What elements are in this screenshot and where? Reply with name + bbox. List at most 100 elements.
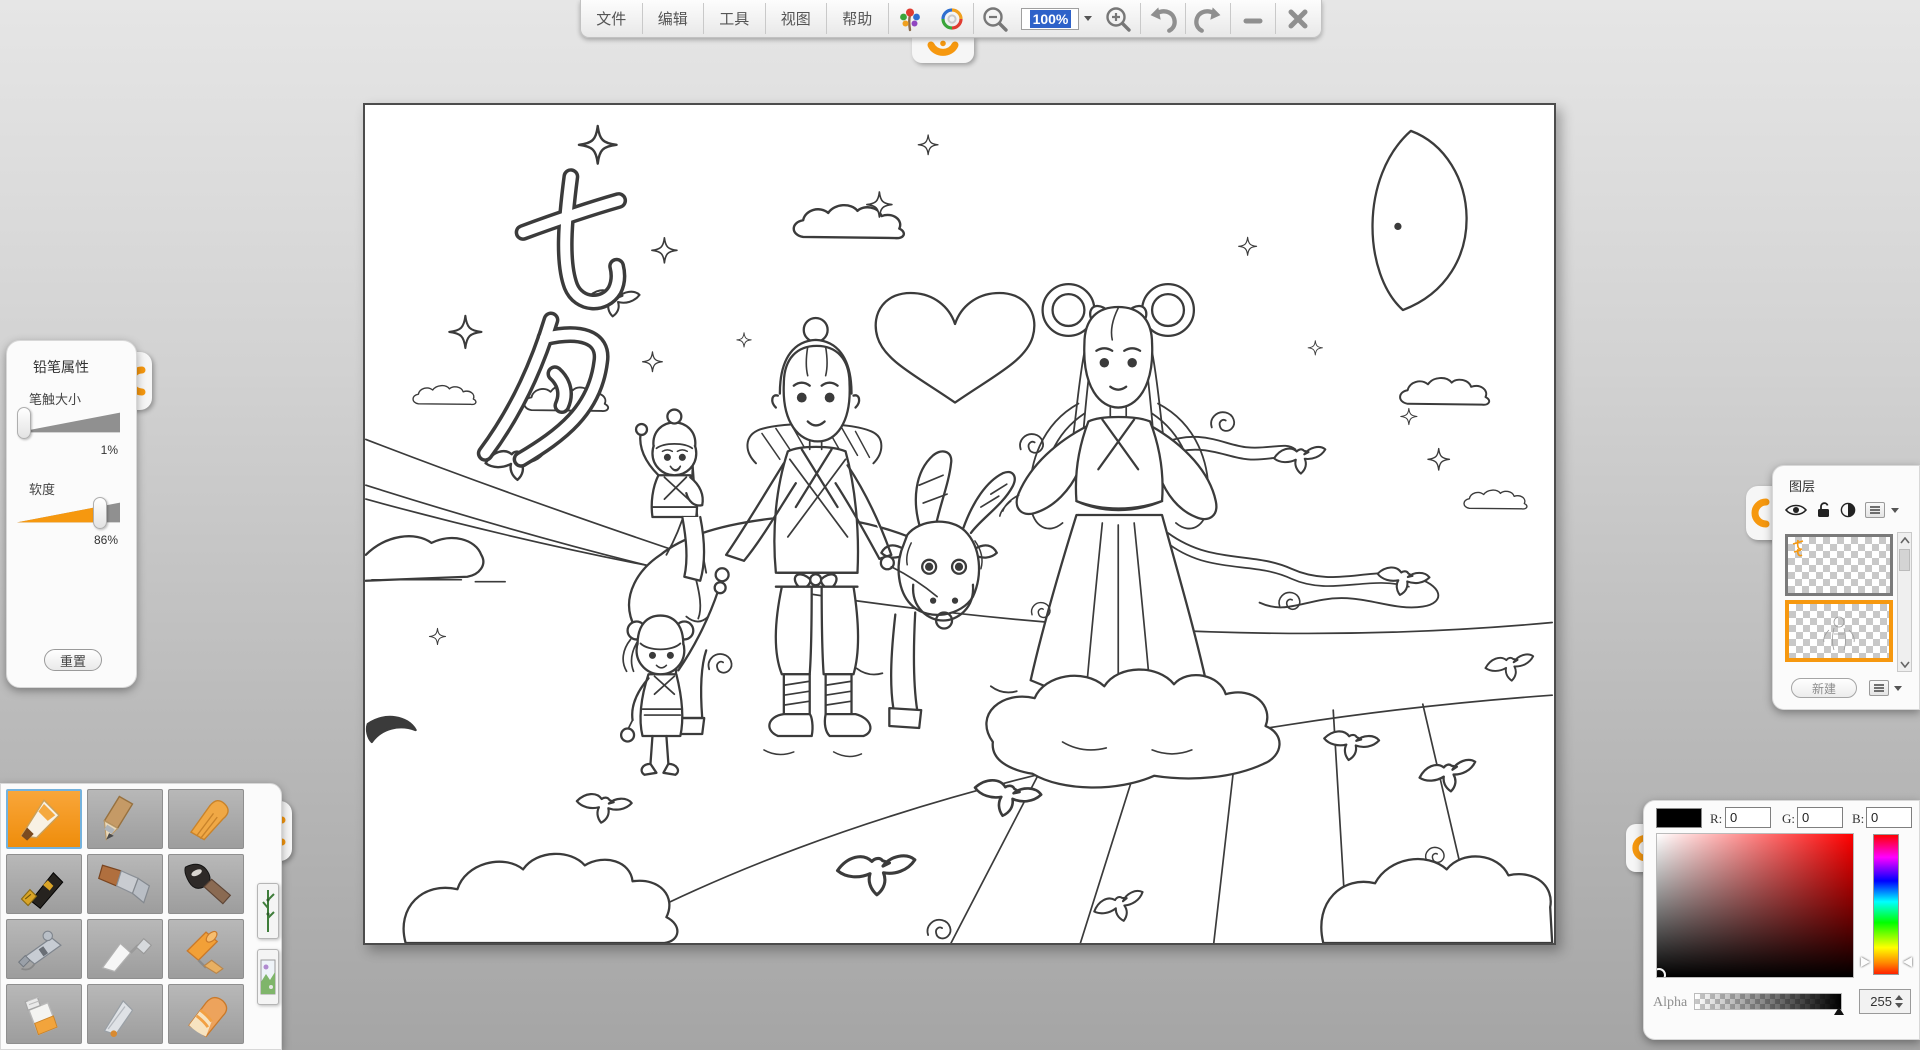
alpha-marker-icon[interactable]	[1834, 1007, 1844, 1015]
alpha-slider[interactable]	[1694, 993, 1842, 1010]
b-input[interactable]	[1866, 807, 1912, 828]
layer-item-2-selected[interactable]	[1785, 600, 1893, 662]
brush-size-slider[interactable]	[17, 409, 120, 439]
paint-roller-icon	[176, 924, 236, 974]
scroll-up-icon[interactable]	[1898, 533, 1911, 547]
alpha-input[interactable]	[1860, 990, 1892, 1013]
redo-button[interactable]	[1186, 0, 1230, 37]
crayon-icon	[176, 794, 236, 844]
hue-marker-right-icon[interactable]	[1903, 957, 1912, 967]
menu-view[interactable]: 视图	[766, 0, 827, 37]
layer-menu-arrow-icon[interactable]	[1891, 508, 1899, 513]
close-button[interactable]	[1276, 0, 1321, 37]
softness-slider[interactable]	[17, 499, 120, 529]
menu-help[interactable]: 帮助	[827, 0, 888, 37]
zoom-in-button[interactable]	[1096, 0, 1140, 37]
alpha-decrement-icon[interactable]	[1895, 1003, 1903, 1008]
layers-footer-menu-arrow-icon[interactable]	[1894, 686, 1902, 691]
paint-bottle-icon	[14, 989, 74, 1039]
layers-header-icons	[1785, 502, 1899, 518]
g-input[interactable]	[1797, 807, 1843, 828]
unlock-icon[interactable]	[1816, 502, 1831, 518]
close-icon	[1285, 6, 1311, 32]
zoom-in-icon	[1104, 5, 1132, 33]
scrollbar-thumb[interactable]	[1899, 549, 1910, 571]
tool-crayon[interactable]	[168, 789, 244, 849]
toolbar-drag-tab[interactable]	[912, 37, 974, 63]
alpha-spinner	[1859, 989, 1911, 1014]
tool-pencil[interactable]	[6, 789, 82, 849]
layers-panel-title: 图层	[1789, 476, 1815, 495]
wood-pencil-icon	[95, 794, 155, 844]
tool-airbrush[interactable]	[6, 919, 82, 979]
figure-rainbow-icon[interactable]	[889, 0, 931, 37]
layer-item-1[interactable]	[1785, 534, 1893, 596]
new-layer-button[interactable]: 新建	[1791, 678, 1857, 698]
menu-edit[interactable]: 编辑	[643, 0, 704, 37]
r-input[interactable]	[1725, 807, 1771, 828]
brush-size-handle[interactable]	[17, 407, 31, 439]
tool-paint-brush[interactable]	[87, 854, 163, 914]
app-logo-icon	[924, 40, 962, 60]
layers-scrollbar[interactable]	[1897, 532, 1912, 672]
tool-fountain-pen[interactable]	[6, 854, 82, 914]
reset-button[interactable]: 重置	[44, 649, 102, 671]
picture-texture-button[interactable]	[257, 949, 279, 1005]
tool-palette-knife[interactable]	[87, 919, 163, 979]
tool-carving-knife[interactable]	[87, 984, 163, 1044]
tool-paint-roller[interactable]	[168, 919, 244, 979]
saturation-value-field[interactable]	[1656, 833, 1854, 978]
palette-knife-icon	[95, 924, 155, 974]
undo-icon	[1149, 4, 1177, 34]
drawing-canvas[interactable]	[363, 103, 1556, 945]
current-color-swatch[interactable]	[1656, 808, 1702, 828]
undo-button[interactable]	[1141, 0, 1185, 37]
menu-lines-icon	[1869, 505, 1881, 515]
layer2-content-preview	[1789, 604, 1889, 658]
tool-palette-panel	[0, 783, 282, 1050]
alpha-label: Alpha	[1653, 995, 1687, 1011]
paint-app-window: { "menubar": { "items": ["文件", "编辑", "工具…	[0, 0, 1920, 1050]
rings-rainbow-icon[interactable]	[931, 0, 973, 37]
softness-value: 86%	[94, 533, 118, 547]
minimize-button[interactable]	[1231, 0, 1274, 37]
layers-panel: 图层	[1772, 465, 1920, 710]
layers-list-menu-button[interactable]	[1869, 680, 1889, 696]
menu-tools[interactable]: 工具	[704, 0, 765, 37]
scroll-down-icon[interactable]	[1898, 657, 1911, 671]
canvas-artwork	[365, 105, 1554, 943]
g-label: G:	[1782, 811, 1795, 827]
r-label: R:	[1710, 811, 1722, 827]
zoom-out-button[interactable]	[973, 0, 1017, 37]
tool-wood-pencil[interactable]	[87, 789, 163, 849]
airbrush-icon	[14, 924, 74, 974]
bamboo-texture-button[interactable]	[257, 883, 279, 939]
contrast-icon[interactable]	[1840, 502, 1856, 518]
picture-icon	[260, 954, 276, 1000]
brush-size-value: 1%	[101, 443, 118, 457]
color-picker-panel: R: G: B: Alpha	[1643, 800, 1920, 1040]
layer1-content-preview	[1788, 537, 1818, 559]
tool-paint-bottle[interactable]	[6, 984, 82, 1044]
minimize-icon	[1240, 6, 1266, 32]
brush-size-track[interactable]	[17, 409, 120, 439]
fountain-pen-icon	[14, 859, 74, 909]
pencil-properties-panel: 铅笔属性 笔触大小 1% 软度 86% 重置	[6, 340, 137, 688]
hue-marker-left-icon[interactable]	[1861, 957, 1870, 967]
hue-bar[interactable]	[1873, 834, 1899, 975]
tool-eraser[interactable]	[168, 984, 244, 1044]
eye-icon[interactable]	[1785, 503, 1807, 517]
alpha-increment-icon[interactable]	[1895, 995, 1903, 1000]
b-label: B:	[1852, 811, 1864, 827]
layer-menu-button[interactable]	[1865, 502, 1885, 518]
softness-label: 软度	[29, 479, 55, 498]
tool-ink-brush[interactable]	[168, 854, 244, 914]
weaver-girl-figure	[986, 284, 1438, 787]
zoom-dropdown-arrow-icon[interactable]	[1084, 16, 1092, 21]
bamboo-icon	[261, 888, 275, 934]
softness-handle[interactable]	[93, 497, 107, 529]
sv-selection-marker[interactable]	[1656, 968, 1666, 978]
zoom-level-field[interactable]: 100%	[1021, 8, 1079, 30]
menu-file[interactable]: 文件	[581, 0, 642, 37]
zoom-level-value: 100%	[1030, 10, 1072, 28]
